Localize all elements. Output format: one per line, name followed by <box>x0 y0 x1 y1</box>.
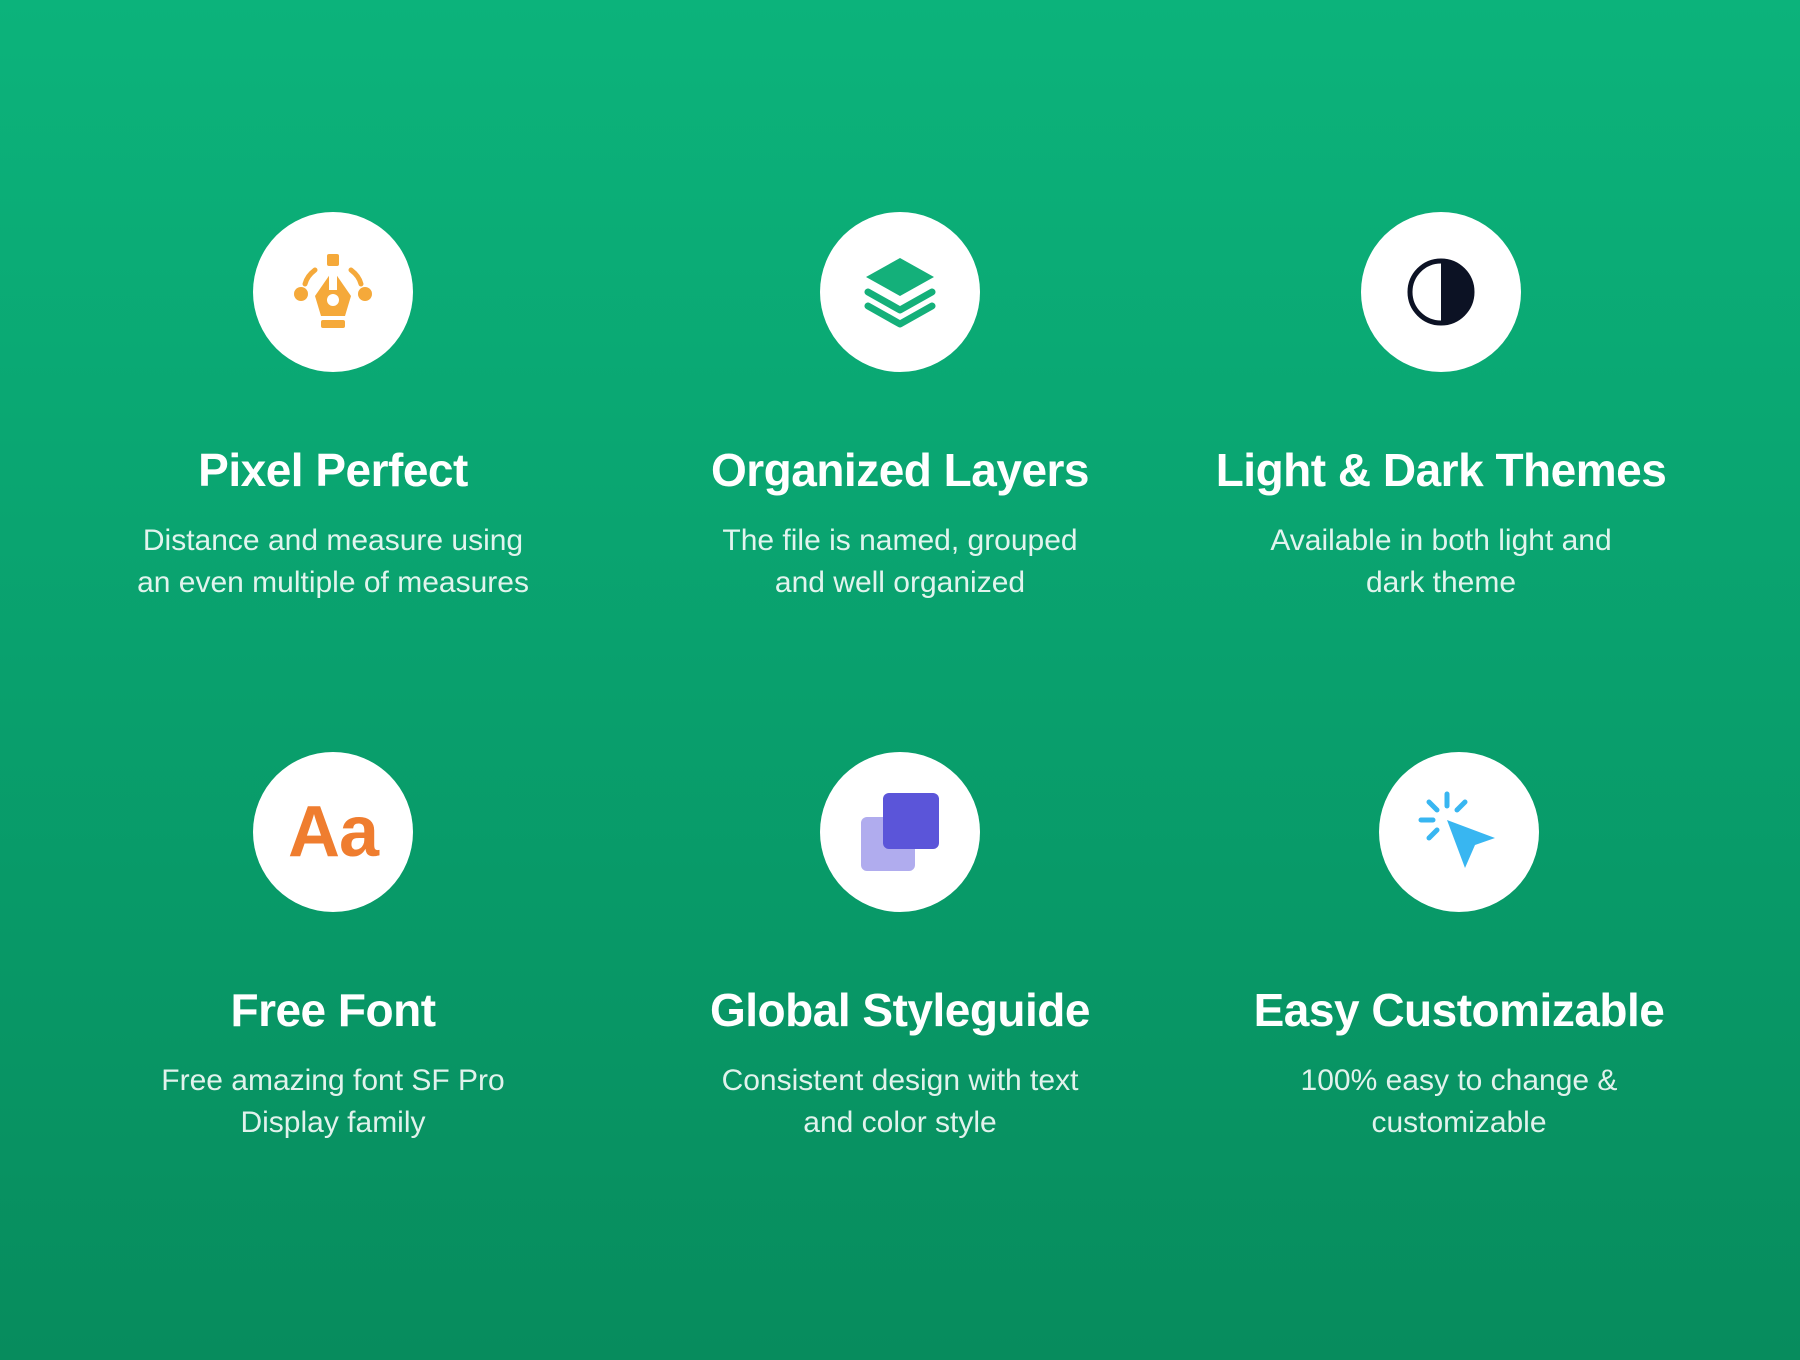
feature-description: Consistent design with text and color st… <box>680 1060 1120 1144</box>
feature-icon-circle <box>1379 752 1539 912</box>
feature-easy-customizable: Easy Customizable 100% easy to change & … <box>1199 752 1719 1144</box>
description-line: dark theme <box>1365 566 1517 599</box>
description-line: and well organized <box>774 566 1026 599</box>
feature-title: Organized Layers <box>710 444 1090 496</box>
feature-title: Pixel Perfect <box>198 444 468 496</box>
feature-icon-circle <box>820 212 980 372</box>
layers-icon <box>864 258 936 328</box>
styleguide-icon <box>861 793 939 871</box>
feature-icon-circle <box>1361 212 1521 372</box>
feature-description: 100% easy to change & customizable <box>1239 1060 1679 1144</box>
feature-icon-circle: Aa <box>253 752 413 912</box>
feature-title: Global Styleguide <box>709 984 1091 1036</box>
feature-title: Light & Dark Themes <box>1215 444 1667 496</box>
cursor-click-icon <box>1418 791 1495 868</box>
feature-organized-layers: Organized Layers The file is named, grou… <box>640 212 1160 604</box>
description-line: an even multiple of measures <box>137 566 529 599</box>
font-icon: Aa <box>287 792 379 872</box>
description-line: Available in both light and <box>1270 524 1612 557</box>
feature-description: The file is named, grouped and well orga… <box>680 520 1120 604</box>
description-line: and color style <box>803 1106 997 1139</box>
description-line: Consistent design with text <box>721 1064 1079 1097</box>
feature-description: Available in both light and dark theme <box>1221 520 1661 604</box>
feature-icon-circle <box>820 752 980 912</box>
pen-tool-icon <box>294 254 372 328</box>
feature-free-font: Aa Free Font Free amazing font SF Pro Di… <box>73 752 593 1144</box>
features-grid: Pixel Perfect Distance and measure using… <box>0 0 1800 1360</box>
contrast-icon <box>1407 258 1475 326</box>
feature-global-styleguide: Global Styleguide Consistent design with… <box>640 752 1160 1144</box>
feature-icon-circle <box>253 212 413 372</box>
description-line: Free amazing font SF Pro <box>161 1064 505 1097</box>
description-line: 100% easy to change & <box>1300 1064 1618 1097</box>
description-line: Distance and measure using <box>142 524 524 557</box>
description-line: customizable <box>1371 1106 1547 1139</box>
feature-light-dark-themes: Light & Dark Themes Available in both li… <box>1181 212 1701 604</box>
feature-title: Easy Customizable <box>1253 984 1665 1036</box>
description-line: The file is named, grouped <box>722 524 1078 557</box>
feature-description: Free amazing font SF Pro Display family <box>113 1060 553 1144</box>
feature-pixel-perfect: Pixel Perfect Distance and measure using… <box>73 212 593 604</box>
description-line: Display family <box>240 1106 426 1139</box>
feature-title: Free Font <box>230 984 436 1036</box>
feature-description: Distance and measure using an even multi… <box>113 520 553 604</box>
